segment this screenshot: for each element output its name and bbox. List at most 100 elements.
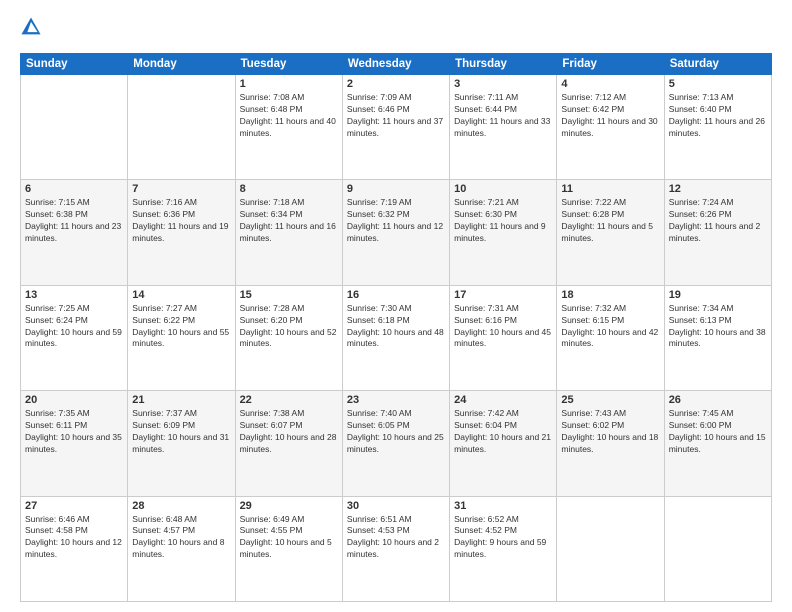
day-info: Sunrise: 7:24 AM Sunset: 6:26 PM Dayligh… bbox=[669, 197, 767, 245]
day-number: 5 bbox=[669, 78, 767, 90]
day-number: 25 bbox=[561, 394, 659, 406]
week-row-4: 27 Sunrise: 6:46 AM Sunset: 4:58 PM Dayli… bbox=[21, 496, 772, 601]
day-number: 4 bbox=[561, 78, 659, 90]
day-info: Sunrise: 7:18 AM Sunset: 6:34 PM Dayligh… bbox=[240, 197, 338, 245]
day-info: Sunrise: 7:21 AM Sunset: 6:30 PM Dayligh… bbox=[454, 197, 552, 245]
calendar-cell bbox=[21, 75, 128, 180]
logo bbox=[20, 16, 46, 43]
calendar-cell: 25 Sunrise: 7:43 AM Sunset: 6:02 PM Dayli… bbox=[557, 391, 664, 496]
day-number: 19 bbox=[669, 289, 767, 301]
day-number: 26 bbox=[669, 394, 767, 406]
calendar-cell: 13 Sunrise: 7:25 AM Sunset: 6:24 PM Dayli… bbox=[21, 285, 128, 390]
day-number: 8 bbox=[240, 183, 338, 195]
calendar-cell: 28 Sunrise: 6:48 AM Sunset: 4:57 PM Dayli… bbox=[128, 496, 235, 601]
calendar-cell: 5 Sunrise: 7:13 AM Sunset: 6:40 PM Daylig… bbox=[664, 75, 771, 180]
calendar-cell: 1 Sunrise: 7:08 AM Sunset: 6:48 PM Daylig… bbox=[235, 75, 342, 180]
day-info: Sunrise: 7:25 AM Sunset: 6:24 PM Dayligh… bbox=[25, 303, 123, 351]
day-number: 30 bbox=[347, 500, 445, 512]
day-number: 23 bbox=[347, 394, 445, 406]
day-number: 22 bbox=[240, 394, 338, 406]
weekday-header-row: SundayMondayTuesdayWednesdayThursdayFrid… bbox=[21, 54, 772, 75]
calendar-cell: 6Sunrise: 7:15 AM Sunset: 6:38 PM Daylig… bbox=[21, 180, 128, 285]
page: SundayMondayTuesdayWednesdayThursdayFrid… bbox=[0, 0, 792, 612]
day-number: 31 bbox=[454, 500, 552, 512]
calendar-cell: 2 Sunrise: 7:09 AM Sunset: 6:46 PM Daylig… bbox=[342, 75, 449, 180]
calendar-cell: 8 Sunrise: 7:18 AM Sunset: 6:34 PM Daylig… bbox=[235, 180, 342, 285]
day-number: 27 bbox=[25, 500, 123, 512]
day-number: 12 bbox=[669, 183, 767, 195]
calendar-cell: 7 Sunrise: 7:16 AM Sunset: 6:36 PM Daylig… bbox=[128, 180, 235, 285]
calendar-cell bbox=[557, 496, 664, 601]
day-info: Sunrise: 7:12 AM Sunset: 6:42 PM Dayligh… bbox=[561, 92, 659, 140]
day-info: Sunrise: 7:19 AM Sunset: 6:32 PM Dayligh… bbox=[347, 197, 445, 245]
day-info: Sunrise: 7:16 AM Sunset: 6:36 PM Dayligh… bbox=[132, 197, 230, 245]
calendar-cell: 20Sunrise: 7:35 AM Sunset: 6:11 PM Dayli… bbox=[21, 391, 128, 496]
day-info: Sunrise: 7:08 AM Sunset: 6:48 PM Dayligh… bbox=[240, 92, 338, 140]
day-info: Sunrise: 7:40 AM Sunset: 6:05 PM Dayligh… bbox=[347, 408, 445, 456]
calendar-cell: 11 Sunrise: 7:22 AM Sunset: 6:28 PM Dayli… bbox=[557, 180, 664, 285]
day-info: Sunrise: 6:51 AM Sunset: 4:53 PM Dayligh… bbox=[347, 514, 445, 562]
calendar-cell: 29 Sunrise: 6:49 AM Sunset: 4:55 PM Dayli… bbox=[235, 496, 342, 601]
day-number: 1 bbox=[240, 78, 338, 90]
day-info: Sunrise: 7:37 AM Sunset: 6:09 PM Dayligh… bbox=[132, 408, 230, 456]
week-row-1: 6Sunrise: 7:15 AM Sunset: 6:38 PM Daylig… bbox=[21, 180, 772, 285]
day-info: Sunrise: 7:30 AM Sunset: 6:18 PM Dayligh… bbox=[347, 303, 445, 351]
calendar-cell: 22 Sunrise: 7:38 AM Sunset: 6:07 PM Dayli… bbox=[235, 391, 342, 496]
header bbox=[20, 16, 772, 43]
day-info: Sunrise: 7:27 AM Sunset: 6:22 PM Dayligh… bbox=[132, 303, 230, 351]
weekday-saturday: Saturday bbox=[664, 54, 771, 75]
day-info: Sunrise: 7:43 AM Sunset: 6:02 PM Dayligh… bbox=[561, 408, 659, 456]
weekday-friday: Friday bbox=[557, 54, 664, 75]
day-info: Sunrise: 7:28 AM Sunset: 6:20 PM Dayligh… bbox=[240, 303, 338, 351]
day-number: 13 bbox=[25, 289, 123, 301]
day-number: 11 bbox=[561, 183, 659, 195]
day-info: Sunrise: 7:13 AM Sunset: 6:40 PM Dayligh… bbox=[669, 92, 767, 140]
calendar: SundayMondayTuesdayWednesdayThursdayFrid… bbox=[20, 53, 772, 602]
calendar-cell: 21 Sunrise: 7:37 AM Sunset: 6:09 PM Dayli… bbox=[128, 391, 235, 496]
weekday-sunday: Sunday bbox=[21, 54, 128, 75]
day-info: Sunrise: 6:46 AM Sunset: 4:58 PM Dayligh… bbox=[25, 514, 123, 562]
day-number: 24 bbox=[454, 394, 552, 406]
day-info: Sunrise: 6:52 AM Sunset: 4:52 PM Dayligh… bbox=[454, 514, 552, 562]
week-row-2: 13 Sunrise: 7:25 AM Sunset: 6:24 PM Dayli… bbox=[21, 285, 772, 390]
day-info: Sunrise: 7:34 AM Sunset: 6:13 PM Dayligh… bbox=[669, 303, 767, 351]
calendar-cell: 26 Sunrise: 7:45 AM Sunset: 6:00 PM Dayli… bbox=[664, 391, 771, 496]
day-number: 9 bbox=[347, 183, 445, 195]
weekday-monday: Monday bbox=[128, 54, 235, 75]
day-number: 2 bbox=[347, 78, 445, 90]
calendar-cell: 24Sunrise: 7:42 AM Sunset: 6:04 PM Dayli… bbox=[450, 391, 557, 496]
calendar-cell: 16 Sunrise: 7:30 AM Sunset: 6:18 PM Dayli… bbox=[342, 285, 449, 390]
calendar-cell: 23 Sunrise: 7:40 AM Sunset: 6:05 PM Dayli… bbox=[342, 391, 449, 496]
day-number: 14 bbox=[132, 289, 230, 301]
day-number: 17 bbox=[454, 289, 552, 301]
day-info: Sunrise: 7:11 AM Sunset: 6:44 PM Dayligh… bbox=[454, 92, 552, 140]
day-info: Sunrise: 7:15 AM Sunset: 6:38 PM Dayligh… bbox=[25, 197, 123, 245]
day-info: Sunrise: 7:45 AM Sunset: 6:00 PM Dayligh… bbox=[669, 408, 767, 456]
day-number: 29 bbox=[240, 500, 338, 512]
day-info: Sunrise: 6:49 AM Sunset: 4:55 PM Dayligh… bbox=[240, 514, 338, 562]
day-number: 20 bbox=[25, 394, 123, 406]
calendar-cell: 12 Sunrise: 7:24 AM Sunset: 6:26 PM Dayli… bbox=[664, 180, 771, 285]
calendar-cell: 19 Sunrise: 7:34 AM Sunset: 6:13 PM Dayli… bbox=[664, 285, 771, 390]
weekday-tuesday: Tuesday bbox=[235, 54, 342, 75]
day-info: Sunrise: 6:48 AM Sunset: 4:57 PM Dayligh… bbox=[132, 514, 230, 562]
calendar-cell: 27 Sunrise: 6:46 AM Sunset: 4:58 PM Dayli… bbox=[21, 496, 128, 601]
calendar-cell bbox=[128, 75, 235, 180]
day-info: Sunrise: 7:22 AM Sunset: 6:28 PM Dayligh… bbox=[561, 197, 659, 245]
day-info: Sunrise: 7:32 AM Sunset: 6:15 PM Dayligh… bbox=[561, 303, 659, 351]
weekday-wednesday: Wednesday bbox=[342, 54, 449, 75]
day-number: 15 bbox=[240, 289, 338, 301]
week-row-3: 20Sunrise: 7:35 AM Sunset: 6:11 PM Dayli… bbox=[21, 391, 772, 496]
calendar-cell: 15 Sunrise: 7:28 AM Sunset: 6:20 PM Dayli… bbox=[235, 285, 342, 390]
calendar-cell: 4 Sunrise: 7:12 AM Sunset: 6:42 PM Daylig… bbox=[557, 75, 664, 180]
day-number: 7 bbox=[132, 183, 230, 195]
day-number: 3 bbox=[454, 78, 552, 90]
day-number: 21 bbox=[132, 394, 230, 406]
calendar-cell: 9 Sunrise: 7:19 AM Sunset: 6:32 PM Daylig… bbox=[342, 180, 449, 285]
day-number: 28 bbox=[132, 500, 230, 512]
weekday-thursday: Thursday bbox=[450, 54, 557, 75]
day-number: 16 bbox=[347, 289, 445, 301]
day-info: Sunrise: 7:09 AM Sunset: 6:46 PM Dayligh… bbox=[347, 92, 445, 140]
day-info: Sunrise: 7:38 AM Sunset: 6:07 PM Dayligh… bbox=[240, 408, 338, 456]
calendar-cell bbox=[664, 496, 771, 601]
